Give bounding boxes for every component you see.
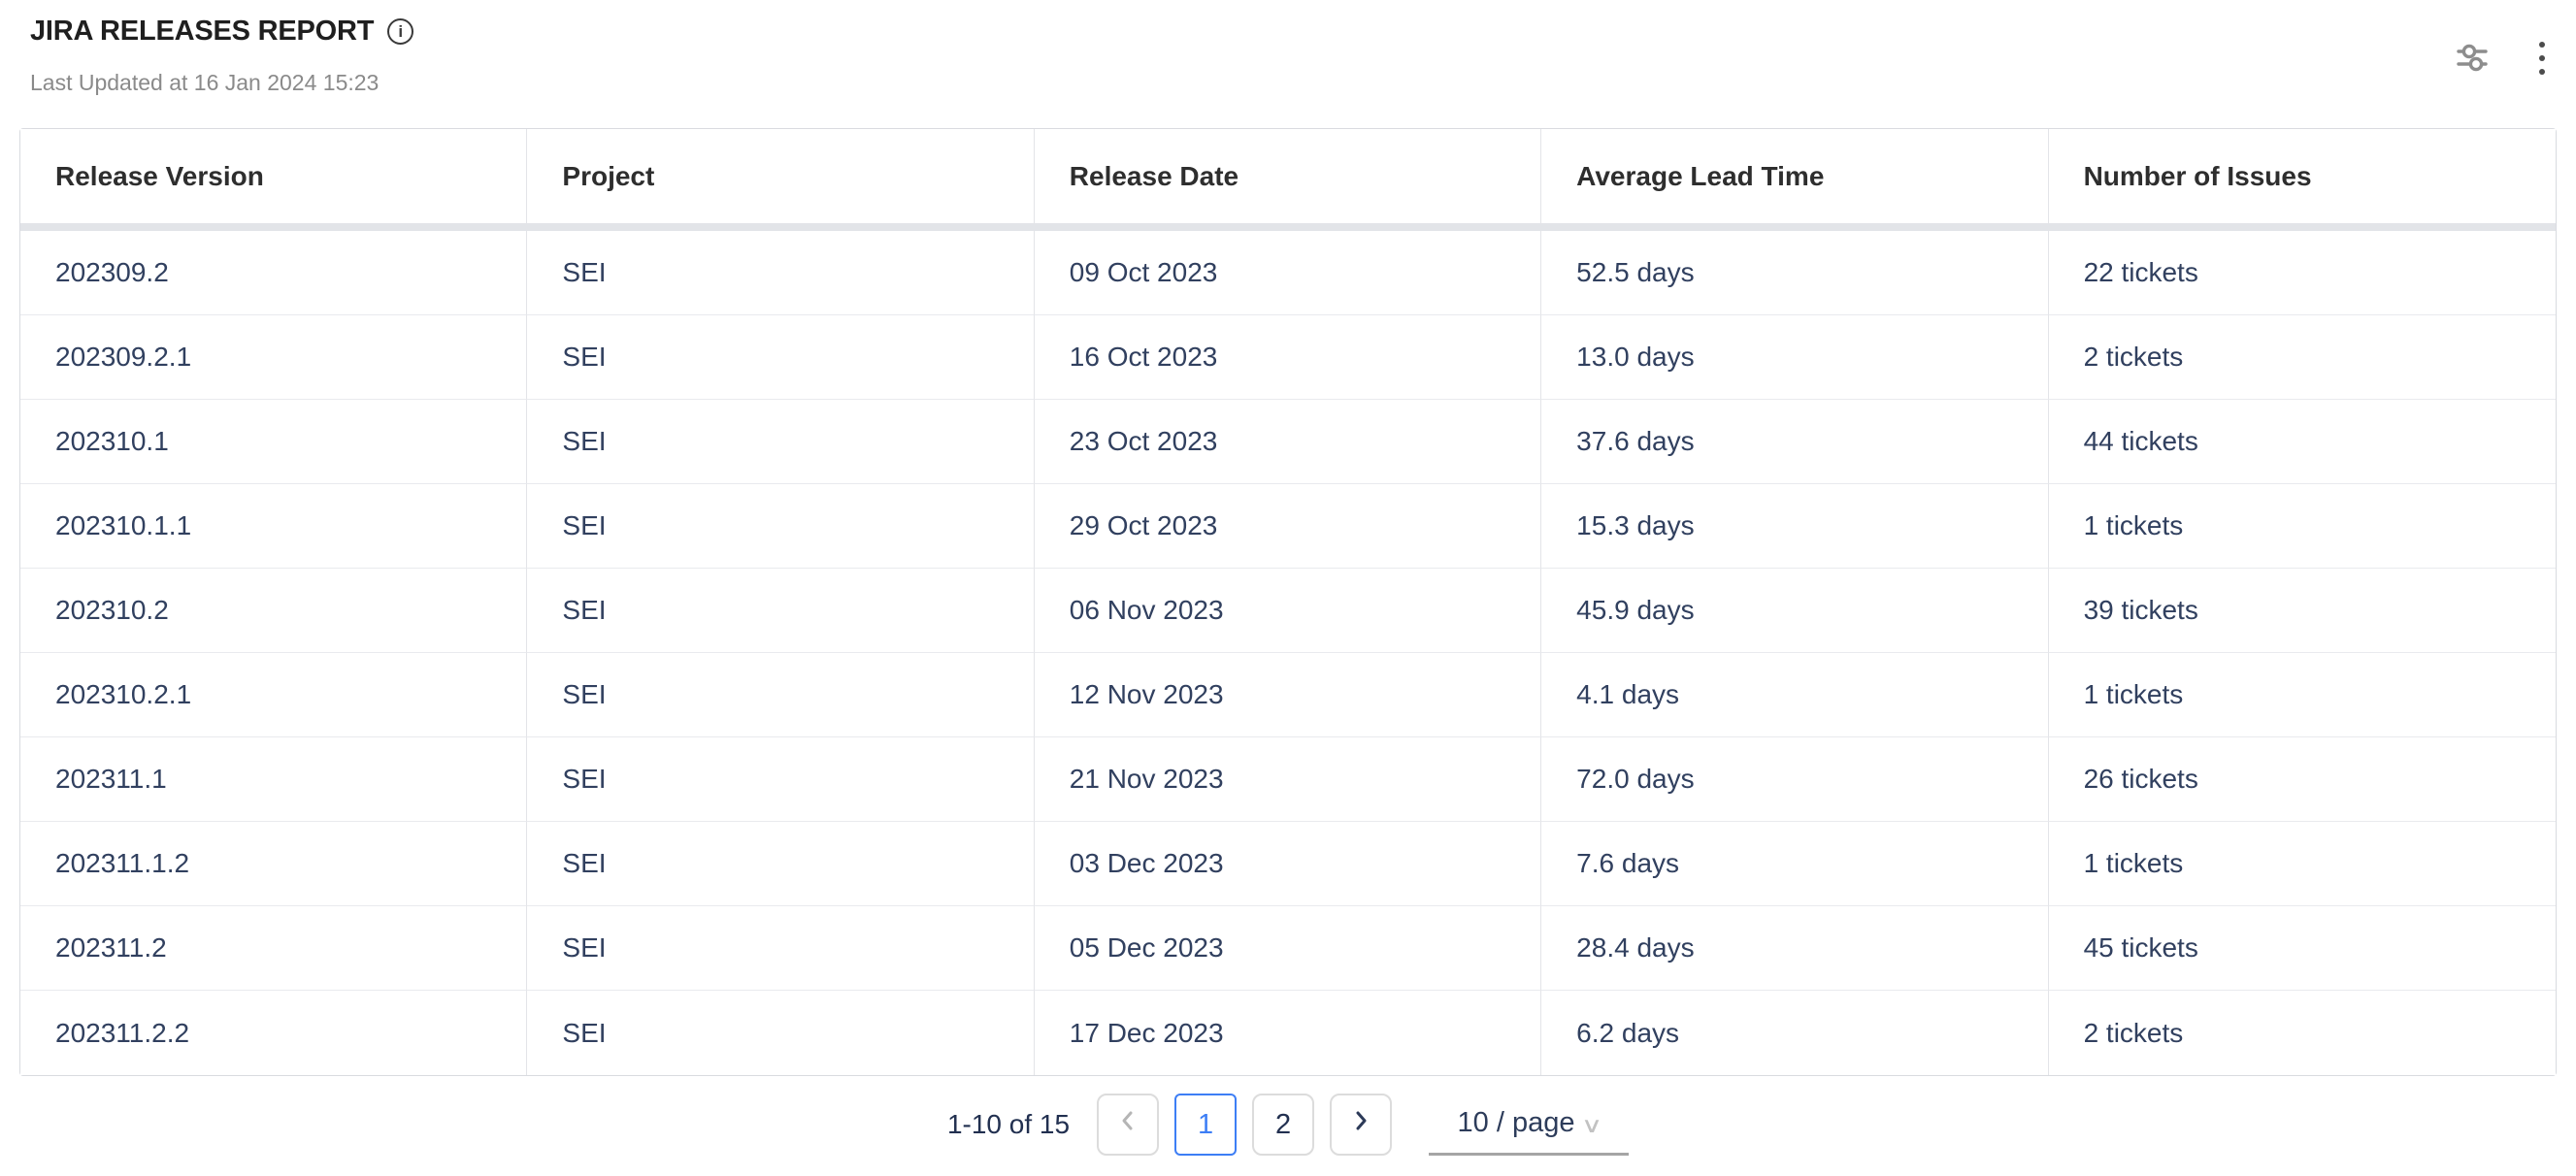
table-cell: 1 tickets: [2049, 653, 2556, 737]
chevron-down-icon: ∨: [1581, 1113, 1603, 1138]
table-cell: 7.6 days: [1541, 822, 2048, 906]
table-cell: 09 Oct 2023: [1035, 231, 1541, 315]
table-cell: 72.0 days: [1541, 737, 2048, 822]
info-icon[interactable]: i: [387, 18, 413, 45]
table-cell: 202309.2.1: [20, 315, 527, 400]
table-cell: 202311.2: [20, 906, 527, 991]
table-cell: SEI: [527, 231, 1034, 315]
kebab-dot: [2539, 55, 2545, 61]
column-header-release-version: Release Version: [20, 129, 527, 231]
table-header-row: Release Version Project Release Date Ave…: [20, 129, 2556, 231]
table-row: 202311.1.2SEI03 Dec 20237.6 days1 ticket…: [20, 822, 2556, 906]
pagination-next-button[interactable]: [1330, 1094, 1392, 1156]
column-header-release-date: Release Date: [1035, 129, 1541, 231]
widget-actions: [2456, 39, 2551, 78]
chevron-left-icon: [1117, 1108, 1139, 1141]
table-row: 202311.2.2SEI17 Dec 20236.2 days2 ticket…: [20, 991, 2556, 1075]
table-body: 202309.2SEI09 Oct 202352.5 days22 ticket…: [20, 231, 2556, 1075]
table-cell: 1 tickets: [2049, 822, 2556, 906]
pagination-range-label: 1-10 of 15: [947, 1109, 1070, 1140]
table-cell: 202311.1: [20, 737, 527, 822]
table-row: 202311.2SEI05 Dec 202328.4 days45 ticket…: [20, 906, 2556, 991]
table-row: 202310.2SEI06 Nov 202345.9 days39 ticket…: [20, 569, 2556, 653]
table-cell: 28.4 days: [1541, 906, 2048, 991]
table-row: 202311.1SEI21 Nov 202372.0 days26 ticket…: [20, 737, 2556, 822]
table-cell: 05 Dec 2023: [1035, 906, 1541, 991]
pagination-prev-button[interactable]: [1097, 1094, 1159, 1156]
column-header-project: Project: [527, 129, 1034, 231]
table-cell: SEI: [527, 991, 1034, 1075]
table-cell: 22 tickets: [2049, 231, 2556, 315]
table-cell: 202311.1.2: [20, 822, 527, 906]
table-cell: 17 Dec 2023: [1035, 991, 1541, 1075]
releases-table: Release Version Project Release Date Ave…: [20, 129, 2556, 1075]
table-cell: 45.9 days: [1541, 569, 2048, 653]
pagination-page-1-button[interactable]: 1: [1174, 1094, 1237, 1156]
table-row: 202309.2.1SEI16 Oct 202313.0 days2 ticke…: [20, 315, 2556, 400]
table-cell: 4.1 days: [1541, 653, 2048, 737]
page-size-label: 10 / page: [1458, 1107, 1575, 1139]
table-cell: 12 Nov 2023: [1035, 653, 1541, 737]
last-updated-label: Last Updated at 16 Jan 2024 15:23: [30, 70, 379, 96]
table-cell: 202310.2.1: [20, 653, 527, 737]
table-cell: 202310.2: [20, 569, 527, 653]
table-cell: SEI: [527, 906, 1034, 991]
table-cell: SEI: [527, 822, 1034, 906]
sliders-icon: [2456, 41, 2489, 77]
table-cell: 37.6 days: [1541, 400, 2048, 484]
table-cell: 39 tickets: [2049, 569, 2556, 653]
table-cell: SEI: [527, 569, 1034, 653]
table-cell: 2 tickets: [2049, 991, 2556, 1075]
table-cell: 202310.1: [20, 400, 527, 484]
chevron-right-icon: [1350, 1108, 1371, 1141]
table-cell: SEI: [527, 737, 1034, 822]
table-cell: 21 Nov 2023: [1035, 737, 1541, 822]
table-cell: SEI: [527, 653, 1034, 737]
table-cell: 2 tickets: [2049, 315, 2556, 400]
report-header: JIRA RELEASES REPORT i: [30, 16, 413, 48]
releases-table-container: Release Version Project Release Date Ave…: [19, 128, 2557, 1076]
table-cell: 52.5 days: [1541, 231, 2048, 315]
table-cell: 29 Oct 2023: [1035, 484, 1541, 569]
table-cell: SEI: [527, 484, 1034, 569]
table-cell: 44 tickets: [2049, 400, 2556, 484]
table-row: 202310.1SEI23 Oct 202337.6 days44 ticket…: [20, 400, 2556, 484]
column-header-average-lead-time: Average Lead Time: [1541, 129, 2048, 231]
column-header-number-of-issues: Number of Issues: [2049, 129, 2556, 231]
table-cell: 1 tickets: [2049, 484, 2556, 569]
kebab-dot: [2539, 42, 2545, 48]
table-cell: 6.2 days: [1541, 991, 2048, 1075]
table-cell: 202310.1.1: [20, 484, 527, 569]
table-row: 202310.2.1SEI12 Nov 20234.1 days1 ticket…: [20, 653, 2556, 737]
table-cell: 202309.2: [20, 231, 527, 315]
table-cell: 03 Dec 2023: [1035, 822, 1541, 906]
pagination-page-2-button[interactable]: 2: [1252, 1094, 1314, 1156]
table-cell: 23 Oct 2023: [1035, 400, 1541, 484]
table-cell: 202311.2.2: [20, 991, 527, 1075]
table-cell: 06 Nov 2023: [1035, 569, 1541, 653]
table-cell: SEI: [527, 315, 1034, 400]
table-cell: 13.0 days: [1541, 315, 2048, 400]
pagination: 1-10 of 15 1 2 10 / page ∨: [0, 1094, 2576, 1156]
table-cell: 45 tickets: [2049, 906, 2556, 991]
page-title: JIRA RELEASES REPORT: [30, 16, 374, 48]
kebab-menu-icon[interactable]: [2533, 40, 2551, 77]
table-cell: 15.3 days: [1541, 484, 2048, 569]
table-cell: 16 Oct 2023: [1035, 315, 1541, 400]
table-row: 202309.2SEI09 Oct 202352.5 days22 ticket…: [20, 231, 2556, 315]
page-size-select[interactable]: 10 / page ∨: [1429, 1094, 1629, 1156]
table-cell: 26 tickets: [2049, 737, 2556, 822]
settings-sliders-button[interactable]: [2456, 41, 2489, 77]
table-cell: SEI: [527, 400, 1034, 484]
table-row: 202310.1.1SEI29 Oct 202315.3 days1 ticke…: [20, 484, 2556, 569]
kebab-dot: [2539, 69, 2545, 75]
